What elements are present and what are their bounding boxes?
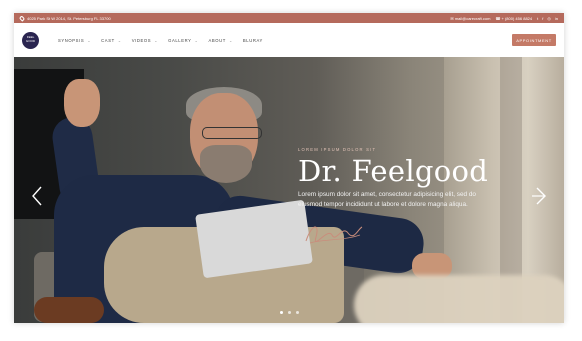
phone-text: + (800) 456 8824 xyxy=(501,15,533,21)
hero-caption: LOREM IPSUM DOLOR SIT Dr. Feelgood Lorem… xyxy=(298,147,518,210)
signature-graphic xyxy=(305,226,363,244)
beard xyxy=(200,145,252,183)
nav-gallery[interactable]: GALLERY ⌄ xyxy=(163,38,203,43)
hero-eyebrow: LOREM IPSUM DOLOR SIT xyxy=(298,147,377,152)
arrow-left-icon[interactable] xyxy=(30,185,44,207)
address-text: 4025 Park St W 2014, St. Petersburg FL 3… xyxy=(27,15,111,21)
slide-indicators xyxy=(280,311,299,314)
nav-label: SYNOPSIS xyxy=(58,37,85,43)
nav-bluray[interactable]: BLURAY xyxy=(238,38,268,43)
nav-label: ABOUT xyxy=(208,37,226,43)
nav-label: CAST xyxy=(101,37,115,43)
chevron-down-icon: ⌄ xyxy=(87,37,92,43)
address: 4025 Park St W 2014, St. Petersburg FL 3… xyxy=(18,14,111,22)
instagram-icon[interactable]: ◎ xyxy=(547,16,551,21)
raised-hand xyxy=(64,79,100,127)
foreground-blur xyxy=(354,275,564,323)
linkedin-icon[interactable]: in xyxy=(555,16,558,21)
twitter-icon[interactable]: t xyxy=(537,16,538,21)
location-pin-icon xyxy=(18,14,26,22)
hero-title: Dr. Feelgood xyxy=(298,154,489,188)
browser-frame: 4025 Park St W 2014, St. Petersburg FL 3… xyxy=(14,13,564,323)
glasses xyxy=(202,127,262,139)
phone-link[interactable]: ☎ + (800) 456 8824 xyxy=(495,16,532,21)
nav-label: GALLERY xyxy=(168,37,192,43)
facebook-icon[interactable]: f xyxy=(542,16,543,21)
chevron-down-icon: ⌄ xyxy=(154,37,159,43)
chevron-down-icon: ⌄ xyxy=(228,37,233,43)
social-links: t f ◎ in xyxy=(537,16,558,21)
shoe xyxy=(34,297,104,323)
nav-label: BLURAY xyxy=(242,37,263,43)
slide-dot[interactable] xyxy=(288,311,291,314)
nav-cast[interactable]: CAST ⌄ xyxy=(96,38,127,43)
nav-label: VIDEOS xyxy=(131,37,152,43)
chevron-down-icon: ⌄ xyxy=(117,37,122,43)
chevron-down-icon: ⌄ xyxy=(194,37,199,43)
arrow-right-icon[interactable] xyxy=(532,185,546,207)
email-text: mail@carecraft.com xyxy=(454,15,491,21)
main-menu: SYNOPSIS ⌄ CAST ⌄ VIDEOS ⌄ GALLERY ⌄ ABOUT ⌄ … xyxy=(53,38,268,43)
site-logo[interactable]: FEEL GOOD xyxy=(22,31,39,49)
nav-about[interactable]: ABOUT ⌄ xyxy=(204,38,238,43)
top-info-bar: 4025 Park St W 2014, St. Petersburg FL 3… xyxy=(14,13,564,23)
slide-dot[interactable] xyxy=(296,311,299,314)
nav-videos[interactable]: VIDEOS ⌄ xyxy=(127,38,163,43)
slide-dot[interactable] xyxy=(280,311,283,314)
main-navbar: FEEL GOOD SYNOPSIS ⌄ CAST ⌄ VIDEOS ⌄ GALLER… xyxy=(14,23,564,57)
appointment-button[interactable]: APPOINTMENT xyxy=(512,34,556,46)
nav-synopsis[interactable]: SYNOPSIS ⌄ xyxy=(53,38,96,43)
logo-line-2: GOOD xyxy=(25,39,36,43)
hero-description: Lorem ipsum dolor sit amet, consectetur … xyxy=(298,191,476,208)
email-link[interactable]: ✉ mail@carecraft.com xyxy=(450,16,490,21)
hero-slider: LOREM IPSUM DOLOR SIT Dr. Feelgood Lorem… xyxy=(14,57,564,323)
